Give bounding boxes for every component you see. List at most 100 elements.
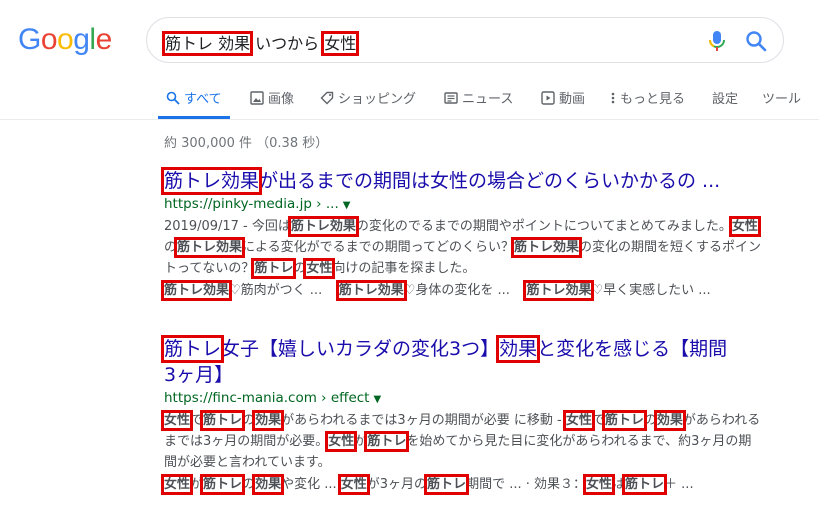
search-result: 筋トレ効果が出るまでの期間は女性の場合どのくらいかかるの ... https:/… — [160, 167, 764, 301]
result-title-line2[interactable]: 3ヶ月】 — [164, 362, 764, 388]
logo-letter: e — [95, 23, 113, 56]
sitelink-highlight: 効果 — [252, 474, 285, 495]
tab-videos[interactable]: 動画 — [541, 88, 585, 107]
query-term: いつから — [250, 34, 325, 53]
tab-all[interactable]: すべて — [166, 88, 222, 107]
search-input[interactable]: 筋トレ 効果 いつから 女性 — [161, 30, 360, 56]
snippet-text: が — [354, 434, 368, 449]
sitelink-text: ♡筋肉がつく ... — [229, 283, 323, 298]
snippet-highlight: 筋トレ効果 — [174, 237, 246, 258]
image-icon — [250, 90, 264, 105]
snippet-text: の — [164, 240, 178, 255]
search-icon — [166, 91, 180, 105]
sitelink[interactable]: 筋トレ効果♡早く実感したい ... — [523, 280, 711, 301]
dropdown-arrow-icon[interactable]: ▼ — [373, 394, 381, 405]
sitelink-text: ＋ ... — [664, 477, 694, 492]
sitelinks[interactable]: 女性が筋トレの効果や変化 ... 女性が3ヶ月の筋トレ期間で ... · 効果３… — [160, 474, 764, 495]
tab-settings[interactable]: 設定 — [712, 88, 738, 107]
tab-label: 画像 — [268, 92, 295, 107]
result-title[interactable]: 筋トレ女子【嬉しいカラダの変化3つ】効果と変化を感じる【期間 — [160, 335, 764, 363]
more-vert-icon — [611, 92, 615, 103]
tab-label: もっと見る — [620, 92, 686, 107]
url-text: https://pinky-media.jp › ... — [164, 196, 339, 212]
sitelink-highlight: 女性 — [337, 474, 370, 495]
sitelink[interactable]: 筋トレ効果♡筋肉がつく ... — [160, 280, 323, 301]
sitelink-highlight: 筋トレ効果 — [523, 280, 595, 301]
tab-tools[interactable]: ツール — [762, 88, 801, 107]
tab-label: すべて — [184, 92, 222, 107]
snippet-text: 2019/09/17 - 今回は — [164, 219, 291, 234]
snippet-highlight: 効果 — [252, 410, 285, 431]
logo-letter: o — [57, 23, 74, 56]
sitelink-highlight: 筋トレ効果 — [160, 280, 233, 301]
search-tabs: すべて 画像 ショッピング ニュース 動画 もっと見る 設定 ツール — [0, 84, 819, 120]
sitelink-highlight: 筋トレ — [200, 474, 246, 495]
result-snippet: 女性で筋トレの効果があらわれるまでは3ヶ月の期間が必要 に移動 - 女性で筋トレ… — [160, 410, 764, 473]
tab-images[interactable]: 画像 — [250, 88, 294, 107]
logo-letter: G — [18, 23, 41, 56]
result-title[interactable]: 筋トレ効果が出るまでの期間は女性の場合どのくらいかかるの ... — [160, 167, 764, 195]
tab-news[interactable]: ニュース — [444, 88, 513, 107]
result-stats: 約 300,000 件 （0.38 秒） — [164, 136, 329, 151]
search-icon[interactable] — [745, 30, 767, 52]
active-tab-indicator — [158, 116, 230, 119]
result-snippet: 2019/09/17 - 今回は筋トレ効果の変化のでるまでの期間やポイントについ… — [164, 216, 764, 279]
snippet-text: があらわれるまでは3ヶ月の期間が必要 — [281, 413, 510, 428]
sitelink-text: の — [242, 477, 256, 492]
title-text: 女子【嬉しいカラダの変化3つ】 — [221, 338, 500, 360]
sitelink-highlight: 筋トレ — [424, 474, 470, 495]
google-logo[interactable]: Google — [18, 23, 112, 57]
snippet-highlight: 筋トレ — [200, 410, 246, 431]
sitelink-text: や変化 ... — [281, 477, 337, 492]
tab-shopping[interactable]: ショッピング — [320, 88, 416, 107]
news-icon — [444, 91, 458, 104]
result-url[interactable]: https://pinky-media.jp › ... ▼ — [164, 194, 764, 216]
snippet-highlight: 筋トレ — [601, 410, 647, 431]
snippet-highlight: 筋トレ効果 — [510, 237, 583, 258]
tab-label: 設定 — [712, 92, 739, 107]
snippet-highlight: 女性 — [303, 258, 336, 279]
tab-label: ショッピング — [338, 92, 417, 107]
sitelink-highlight: 筋トレ効果 — [335, 280, 407, 301]
tab-label: ニュース — [462, 92, 514, 107]
snippet-highlight: 筋トレ — [364, 431, 410, 452]
sitelink-highlight: 女性 — [160, 474, 194, 495]
sitelink-text: ♡早く実感したい ... — [591, 283, 711, 298]
sitelink-text: は — [612, 477, 626, 492]
query-term-highlight: 女性 — [321, 31, 360, 56]
snippet-text: で — [591, 413, 605, 428]
sitelink-text: 期間で ... · 効果３： — [466, 477, 586, 492]
snippet-text: で — [190, 413, 204, 428]
title-highlight: 筋トレ効果 — [160, 167, 263, 195]
title-highlight: 効果 — [496, 335, 541, 363]
logo-letter: g — [73, 23, 90, 56]
snippet-highlight: 効果 — [653, 410, 686, 431]
query-term-highlight: 筋トレ 効果 — [161, 31, 254, 56]
search-box[interactable]: 筋トレ 効果 いつから 女性 — [146, 17, 784, 63]
snippet-highlight: 女性 — [562, 410, 595, 431]
snippet-highlight: 筋トレ効果 — [287, 216, 359, 237]
snippet-highlight: 女性 — [728, 216, 761, 237]
sitelinks: 筋トレ効果♡筋肉がつく ... 筋トレ効果♡身体の変化を ... 筋トレ効果♡早… — [160, 280, 764, 301]
sitelink-text: が3ヶ月の — [366, 477, 428, 492]
sitelink[interactable]: 筋トレ効果♡身体の変化を ... — [335, 280, 510, 301]
snippet-text: の — [242, 413, 256, 428]
tab-label: ツール — [762, 92, 802, 107]
snippet-highlight: 女性 — [325, 431, 358, 452]
tag-icon — [320, 91, 334, 104]
logo-letter: o — [40, 23, 58, 56]
sitelink-text: が — [190, 477, 204, 492]
sitelink-highlight: 筋トレ — [622, 474, 668, 495]
snippet-highlight: 女性 — [160, 410, 194, 431]
snippet-text: の変化のでるまでの期間やポイントについてまとめてみました。 — [355, 219, 732, 234]
dropdown-arrow-icon[interactable]: ▼ — [343, 200, 351, 211]
snippet-highlight: 筋トレ — [251, 258, 297, 279]
tab-label: 動画 — [559, 92, 586, 107]
microphone-icon[interactable] — [707, 30, 727, 52]
url-text: https://finc-mania.com › effect — [164, 390, 370, 406]
tab-more[interactable]: もっと見る — [610, 88, 685, 107]
sitelink-text: ♡身体の変化を ... — [403, 283, 510, 298]
result-url[interactable]: https://finc-mania.com › effect ▼ — [164, 388, 764, 410]
snippet-text: に移動 - — [513, 413, 562, 428]
search-result: 筋トレ女子【嬉しいカラダの変化3つ】効果と変化を感じる【期間 3ヶ月】 http… — [160, 335, 764, 495]
